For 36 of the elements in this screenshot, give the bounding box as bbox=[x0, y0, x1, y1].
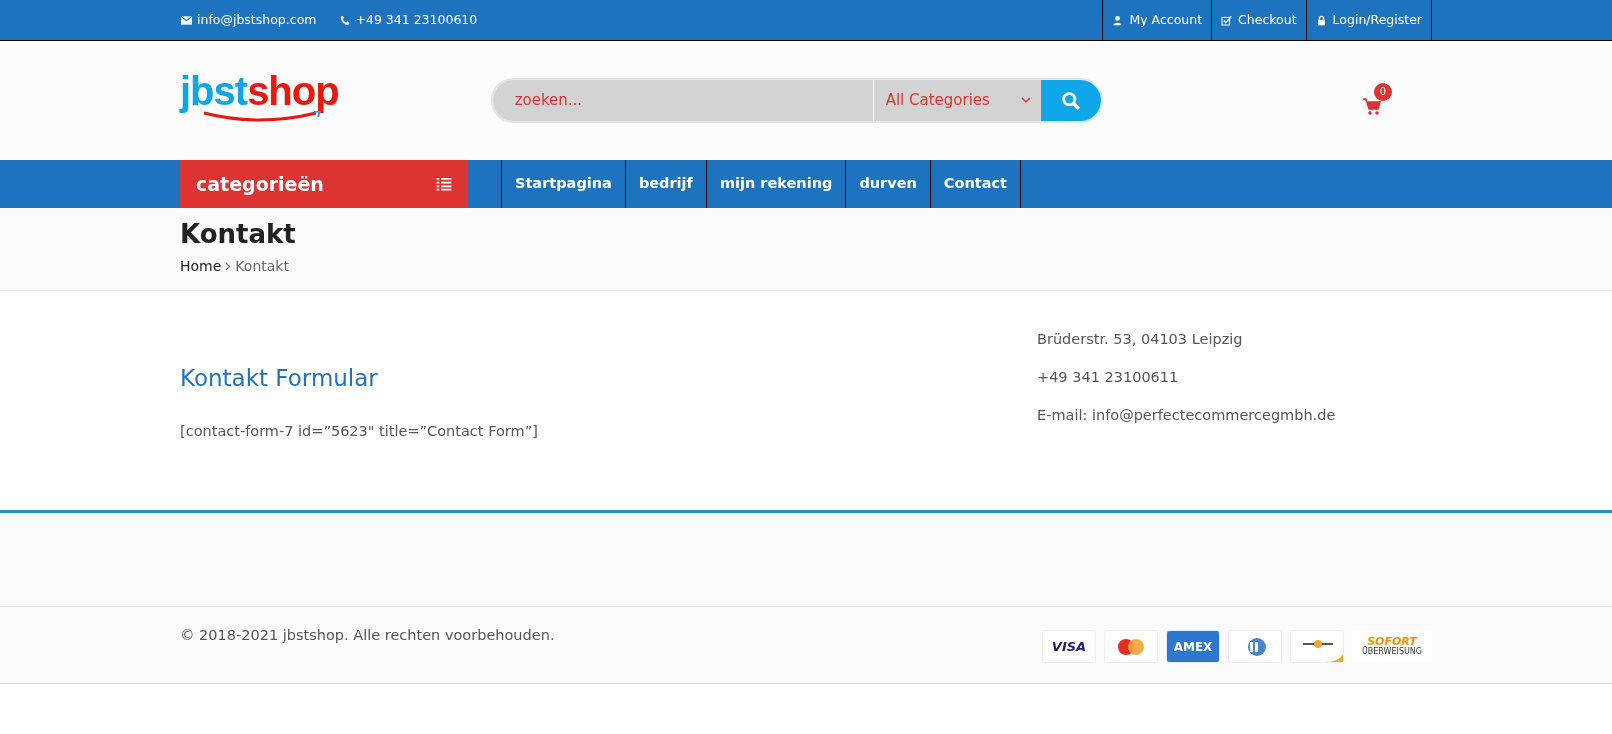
phone-text: +49 341 23100611 bbox=[1037, 367, 1180, 387]
mail-icon bbox=[180, 14, 193, 26]
lock-icon bbox=[1315, 14, 1327, 26]
categories-label: categorieën bbox=[196, 171, 324, 197]
amex-logo: AMEX bbox=[1166, 630, 1220, 663]
email-text: info@jbstshop.com bbox=[197, 10, 317, 29]
address-text: Brüderstr. 53, 04103 Leipzig bbox=[1037, 330, 1244, 349]
breadcrumb-link[interactable]: Home bbox=[180, 256, 222, 278]
category-select[interactable]: All Categories bbox=[872, 80, 1041, 121]
search-field[interactable]: zoeken... bbox=[492, 80, 873, 121]
login-link[interactable]: Login/Register bbox=[1305, 0, 1432, 40]
logo[interactable]: jbstshop bbox=[180, 70, 339, 123]
visa-logo: VISA bbox=[1042, 630, 1096, 663]
shortcode-text: [contact-form-7 id=”5623" title=”Contact Form”] bbox=[180, 421, 539, 441]
sofort-logo: SOFORT ÜBERWEISUNG bbox=[1352, 630, 1432, 663]
phone-text: +49 341 23100610 bbox=[355, 10, 478, 29]
checkout-link[interactable]: Checkout bbox=[1211, 0, 1306, 40]
chevron-down-icon bbox=[1020, 97, 1031, 104]
section-heading: Kontakt Formular bbox=[180, 365, 379, 393]
account-link[interactable]: My Account bbox=[1102, 0, 1212, 40]
search-icon bbox=[1061, 91, 1080, 110]
cart-count-badge: 0 bbox=[1374, 82, 1392, 101]
phone-icon bbox=[340, 14, 352, 26]
checkbox-icon bbox=[1221, 14, 1233, 26]
search-button[interactable] bbox=[1040, 80, 1101, 121]
cart-icon bbox=[1362, 98, 1382, 116]
card-logo-icon bbox=[1115, 636, 1147, 657]
copyright-text: © 2018-2021 jbstshop. Alle rechten voorbehouden. bbox=[180, 626, 555, 645]
cart-button[interactable]: 0 bbox=[1362, 82, 1392, 119]
breadcrumb-current: Kontakt bbox=[235, 257, 289, 277]
categories-menu[interactable]: categorieën bbox=[180, 160, 468, 208]
user-icon bbox=[1112, 14, 1124, 26]
email-text: E-mail: info@perfectecommercegmbh.de bbox=[1037, 405, 1336, 425]
page-title: Kontakt bbox=[180, 219, 297, 251]
list-icon bbox=[436, 177, 452, 191]
chevron-right-icon bbox=[225, 262, 232, 272]
